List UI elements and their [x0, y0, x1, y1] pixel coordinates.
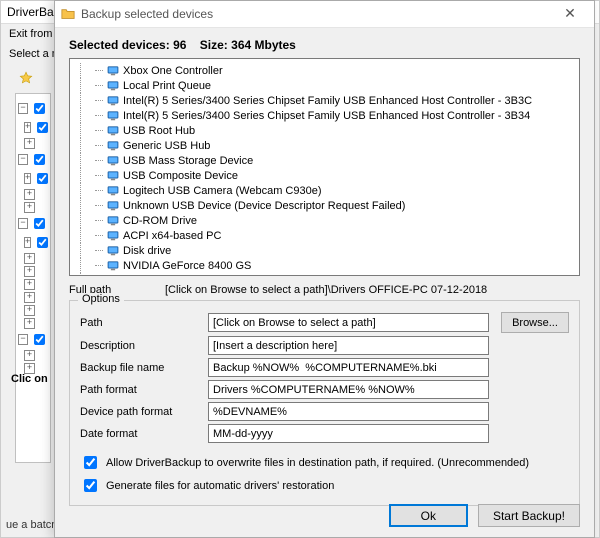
- options-legend: Options: [78, 293, 124, 305]
- fullpath-row: Full path [Click on Browse to select a p…: [55, 276, 594, 298]
- device-tree-item[interactable]: USB Mass Storage Device: [76, 153, 573, 168]
- star-icon: [19, 71, 33, 85]
- expand-icon[interactable]: −: [18, 334, 28, 345]
- device-label: Generic USB Hub: [123, 140, 210, 152]
- expand-icon[interactable]: +: [24, 318, 35, 329]
- device-label: Intel(R) 5 Series/3400 Series Chipset Fa…: [123, 95, 532, 107]
- selected-devices-value: 96: [173, 38, 186, 52]
- device-tree-item[interactable]: Generic USB Hub: [76, 138, 573, 153]
- options-fieldset: Options Path Browse... Description Backu…: [69, 300, 580, 506]
- device-label: NVIDIA GeForce 8400 GS: [123, 260, 251, 272]
- tree-checkbox[interactable]: [34, 154, 45, 165]
- summary-bar: Selected devices: 96 Size: 364 Mbytes: [55, 28, 594, 58]
- close-button[interactable]: ✕: [552, 4, 588, 24]
- expand-icon[interactable]: −: [18, 154, 28, 165]
- device-tree-item[interactable]: NVIDIA GeForce 8400 GS: [76, 258, 573, 273]
- device-label: ACPI x64-based PC: [123, 230, 221, 242]
- fullpath-value: [Click on Browse to select a path]\Drive…: [165, 284, 487, 296]
- selected-devices-label: Selected devices:: [69, 38, 170, 52]
- path-label: Path: [80, 317, 208, 329]
- device-tree-item[interactable]: ACPI x64-based PC: [76, 228, 573, 243]
- device-label: CD-ROM Drive: [123, 215, 197, 227]
- favorite-star[interactable]: [19, 71, 33, 88]
- overwrite-checkbox[interactable]: [84, 456, 97, 469]
- tree-checkbox[interactable]: [34, 334, 45, 345]
- backupfile-label: Backup file name: [80, 362, 208, 374]
- expand-icon[interactable]: +: [24, 202, 35, 213]
- expand-icon[interactable]: +: [24, 173, 31, 184]
- folder-icon: [61, 7, 75, 21]
- browse-button[interactable]: Browse...: [501, 312, 569, 333]
- device-tree-item[interactable]: Disk drive: [76, 243, 573, 258]
- devpathformat-label: Device path format: [80, 406, 208, 418]
- device-tree[interactable]: Xbox One Controller Local Print Queue Inte…: [69, 58, 580, 276]
- expand-icon[interactable]: +: [24, 350, 35, 361]
- background-tree: − + + − + + + − + + + + + + + − + +: [15, 93, 51, 463]
- start-backup-button[interactable]: Start Backup!: [478, 504, 580, 527]
- device-tree-item[interactable]: Intel(R) 5 Series/3400 Series Chipset Fa…: [76, 93, 573, 108]
- device-label: USB Root Hub: [123, 125, 195, 137]
- description-input[interactable]: [208, 336, 489, 355]
- expand-icon[interactable]: −: [18, 218, 28, 229]
- device-label: Local Print Queue: [123, 80, 211, 92]
- expand-icon[interactable]: +: [24, 237, 31, 248]
- dateformat-input[interactable]: [208, 424, 489, 443]
- device-label: Xbox One Controller: [123, 65, 223, 77]
- dialog-buttons: Ok Start Backup!: [389, 504, 580, 527]
- size-label: Size:: [200, 38, 228, 52]
- expand-icon[interactable]: +: [24, 266, 35, 277]
- path-input[interactable]: [208, 313, 489, 332]
- batch-label: ue a batcn: [6, 519, 57, 531]
- click-on-label: Clic on: [11, 373, 48, 385]
- device-label: Disk drive: [123, 245, 171, 257]
- device-tree-item[interactable]: Unknown USB Device (Device Descriptor Re…: [76, 198, 573, 213]
- device-label: USB Mass Storage Device: [123, 155, 253, 167]
- device-label: Unknown USB Device (Device Descriptor Re…: [123, 200, 405, 212]
- device-tree-item[interactable]: Xbox One Controller: [76, 63, 573, 78]
- size-value: 364 Mbytes: [231, 38, 296, 52]
- device-label: USB Composite Device: [123, 170, 238, 182]
- expand-icon[interactable]: +: [24, 138, 35, 149]
- device-tree-item[interactable]: USB Composite Device: [76, 168, 573, 183]
- tree-checkbox[interactable]: [37, 173, 48, 184]
- description-label: Description: [80, 340, 208, 352]
- device-tree-item[interactable]: CD-ROM Drive: [76, 213, 573, 228]
- tree-checkbox[interactable]: [34, 103, 45, 114]
- generate-restore-label: Generate files for automatic drivers' re…: [106, 480, 334, 492]
- pathformat-input[interactable]: [208, 380, 489, 399]
- overwrite-label: Allow DriverBackup to overwrite files in…: [106, 457, 529, 469]
- devpathformat-input[interactable]: [208, 402, 489, 421]
- device-label: Logitech USB Camera (Webcam C930e): [123, 185, 322, 197]
- expand-icon[interactable]: +: [24, 253, 35, 264]
- expand-icon[interactable]: +: [24, 189, 35, 200]
- ok-button[interactable]: Ok: [389, 504, 468, 527]
- expand-icon[interactable]: +: [24, 292, 35, 303]
- generate-restore-checkbox[interactable]: [84, 479, 97, 492]
- tree-checkbox[interactable]: [37, 237, 48, 248]
- device-label: Intel(R) 5 Series/3400 Series Chipset Fa…: [123, 110, 530, 122]
- pathformat-label: Path format: [80, 384, 208, 396]
- device-tree-item[interactable]: USB Root Hub: [76, 123, 573, 138]
- device-tree-item[interactable]: Intel(R) 5 Series/3400 Series Chipset Fa…: [76, 108, 573, 123]
- expand-icon[interactable]: +: [24, 122, 31, 133]
- dialog-titlebar: Backup selected devices ✕: [55, 1, 594, 28]
- device-tree-item[interactable]: Local Print Queue: [76, 78, 573, 93]
- tree-checkbox[interactable]: [34, 218, 45, 229]
- expand-icon[interactable]: −: [18, 103, 28, 114]
- backupfile-input[interactable]: [208, 358, 489, 377]
- tree-checkbox[interactable]: [37, 122, 48, 133]
- backup-dialog: Backup selected devices ✕ Selected devic…: [54, 0, 595, 538]
- dialog-title: Backup selected devices: [81, 7, 552, 21]
- device-tree-item[interactable]: Logitech USB Camera (Webcam C930e): [76, 183, 573, 198]
- dateformat-label: Date format: [80, 428, 208, 440]
- expand-icon[interactable]: +: [24, 305, 35, 316]
- expand-icon[interactable]: +: [24, 279, 35, 290]
